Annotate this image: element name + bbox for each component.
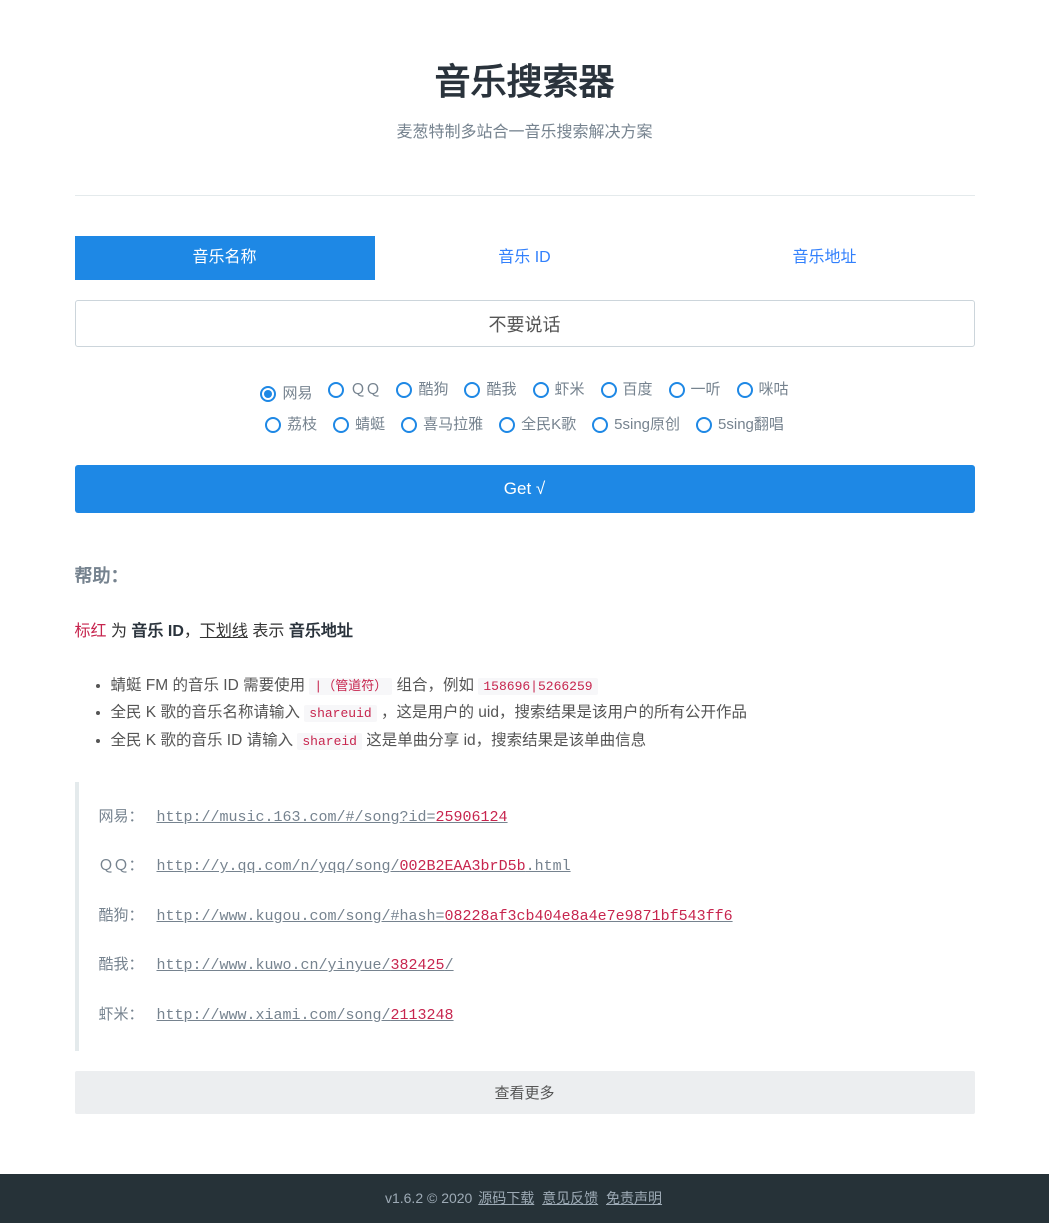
tab-1[interactable]: 音乐 ID [375, 236, 675, 280]
divider [75, 195, 975, 196]
example-row: 网易： http://music.163.com/#/song?id=259061… [99, 806, 955, 830]
help-item: 全民 K 歌的音乐名称请输入 shareuid ，这是用户的 uid，搜索结果是… [111, 701, 975, 724]
help-list: 蜻蜓 FM 的音乐 ID 需要使用 |（管道符） 组合，例如 158696|52… [75, 674, 975, 752]
radio-label: 全民K歌 [521, 410, 576, 440]
radio-label: 5sing原创 [614, 410, 680, 440]
help-heading: 帮助： [75, 563, 975, 590]
code-snippet: |（管道符） [309, 678, 392, 695]
radio-source-0[interactable]: 网易 [260, 379, 312, 409]
radio-icon [499, 417, 515, 433]
radio-label: ＱＱ [350, 375, 380, 405]
example-label: ＱＱ： [99, 855, 147, 878]
footer-link-2[interactable]: 免责声明 [606, 1190, 662, 1206]
example-label: 虾米： [99, 1004, 147, 1027]
legend-text: 表示 [248, 623, 289, 640]
radio-source-7[interactable]: 咪咕 [737, 375, 789, 405]
radio-label: 虾米 [555, 375, 585, 405]
radio-label: 咪咕 [759, 375, 789, 405]
footer: v1.6.2 © 2020 源码下载 意见反馈 免责声明 [0, 1174, 1049, 1223]
radio-source-2[interactable]: 酷狗 [396, 375, 448, 405]
example-url[interactable]: http://music.163.com/#/song?id=25906124 [157, 809, 508, 826]
radio-icon [533, 382, 549, 398]
radio-source-6[interactable]: 一听 [669, 375, 721, 405]
radio-source-8[interactable]: 荔枝 [265, 410, 317, 440]
help-item: 全民 K 歌的音乐 ID 请输入 shareid 这是单曲分享 id，搜索结果是… [111, 729, 975, 752]
help-item: 蜻蜓 FM 的音乐 ID 需要使用 |（管道符） 组合，例如 158696|52… [111, 674, 975, 697]
radio-source-3[interactable]: 酷我 [464, 375, 516, 405]
source-radios: 网易 ＱＱ 酷狗 酷我 虾米 百度 一听 咪咕荔枝 蜻蜓 喜马拉雅 全民K歌 5sing原创 5sing… [75, 375, 975, 445]
radio-source-12[interactable]: 5sing原创 [592, 410, 680, 440]
radio-label: 5sing翻唱 [718, 410, 784, 440]
code-snippet: shareid [297, 733, 362, 750]
legend-music-id: 音乐 ID [131, 623, 183, 640]
radio-icon [396, 382, 412, 398]
legend-music-url: 音乐地址 [289, 623, 353, 640]
radio-icon [592, 417, 608, 433]
radio-source-11[interactable]: 全民K歌 [499, 410, 576, 440]
example-url[interactable]: http://www.kuwo.cn/yinyue/382425/ [157, 957, 454, 974]
radio-icon [328, 382, 344, 398]
radio-source-5[interactable]: 百度 [601, 375, 653, 405]
radio-icon [601, 382, 617, 398]
radio-icon [401, 417, 417, 433]
radio-icon [464, 382, 480, 398]
radio-icon [737, 382, 753, 398]
example-url[interactable]: http://www.xiami.com/song/2113248 [157, 1007, 454, 1024]
radio-icon [260, 386, 276, 402]
radio-source-9[interactable]: 蜻蜓 [333, 410, 385, 440]
example-row: 虾米： http://www.xiami.com/song/2113248 [99, 1004, 955, 1028]
radio-icon [669, 382, 685, 398]
radio-label: 一听 [691, 375, 721, 405]
radio-label: 蜻蜓 [355, 410, 385, 440]
code-snippet: 158696|5266259 [478, 678, 597, 695]
radio-label: 百度 [623, 375, 653, 405]
radio-icon [696, 417, 712, 433]
footer-link-0[interactable]: 源码下载 [478, 1190, 534, 1206]
radio-label: 酷狗 [418, 375, 448, 405]
radio-label: 酷我 [486, 375, 516, 405]
radio-source-13[interactable]: 5sing翻唱 [696, 410, 784, 440]
page-title: 音乐搜索器 [75, 55, 975, 109]
footer-version: v1.6.2 © 2020 [385, 1190, 476, 1206]
legend-red: 标红 [75, 623, 107, 640]
legend-underline: 下划线 [200, 623, 248, 640]
page-subtitle: 麦葱特制多站合一音乐搜索解决方案 [75, 121, 975, 145]
get-button[interactable]: Get √ [75, 465, 975, 513]
radio-icon [265, 417, 281, 433]
radio-source-10[interactable]: 喜马拉雅 [401, 410, 483, 440]
example-label: 酷我： [99, 954, 147, 977]
search-input[interactable] [75, 300, 975, 347]
example-row: 酷狗： http://www.kugou.com/song/#hash=08228… [99, 905, 955, 929]
legend-text: 为 [107, 623, 132, 640]
example-label: 网易： [99, 806, 147, 829]
example-row: ＱＱ： http://y.qq.com/n/yqq/song/002B2EAA3b… [99, 855, 955, 879]
radio-source-1[interactable]: ＱＱ [328, 375, 380, 405]
tabs: 音乐名称音乐 ID音乐地址 [75, 236, 975, 280]
url-examples: 网易： http://music.163.com/#/song?id=259061… [75, 782, 975, 1052]
tab-2[interactable]: 音乐地址 [675, 236, 975, 280]
tab-0[interactable]: 音乐名称 [75, 236, 375, 280]
code-snippet: shareuid [304, 705, 376, 722]
radio-source-4[interactable]: 虾米 [533, 375, 585, 405]
radio-label: 网易 [282, 379, 312, 409]
example-row: 酷我： http://www.kuwo.cn/yinyue/382425/ [99, 954, 955, 978]
legend-text: ， [184, 623, 200, 640]
radio-label: 荔枝 [287, 410, 317, 440]
footer-link-1[interactable]: 意见反馈 [542, 1190, 598, 1206]
example-label: 酷狗： [99, 905, 147, 928]
radio-label: 喜马拉雅 [423, 410, 483, 440]
radio-icon [333, 417, 349, 433]
help-legend: 标红 为 音乐 ID，下划线 表示 音乐地址 [75, 620, 975, 644]
example-url[interactable]: http://www.kugou.com/song/#hash=08228af3… [157, 908, 733, 925]
more-button[interactable]: 查看更多 [75, 1071, 975, 1114]
example-url[interactable]: http://y.qq.com/n/yqq/song/002B2EAA3brD5… [157, 858, 571, 875]
